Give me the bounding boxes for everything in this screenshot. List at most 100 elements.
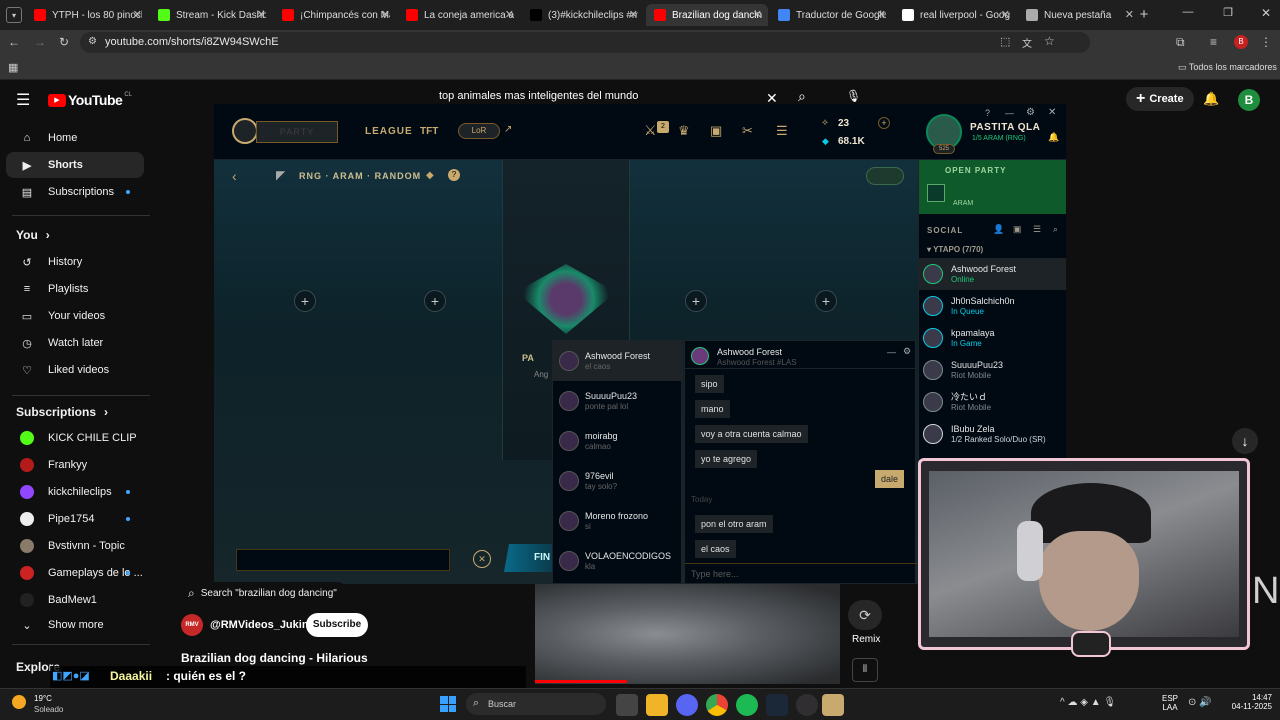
start-button[interactable] (440, 696, 456, 712)
buy-rp-button[interactable]: + (878, 117, 890, 129)
steam-icon[interactable] (766, 694, 788, 716)
sound-button[interactable]: ⫴ (852, 658, 878, 682)
party-button[interactable]: PARTY (256, 121, 338, 143)
friend-group-header[interactable]: ▾ YTAPO (7/70) (927, 245, 983, 254)
back-arrow-icon[interactable]: ‹ (232, 168, 237, 184)
help-icon[interactable]: ? (985, 108, 990, 118)
nav-league[interactable]: LEAGUE (365, 126, 413, 137)
tab-close-icon[interactable]: ✕ (753, 8, 762, 21)
lol-minimize-button[interactable]: — (1005, 108, 1014, 118)
install-icon[interactable]: ⬚ (1000, 35, 1010, 48)
minimize-window-button[interactable]: — (1180, 6, 1196, 18)
friend-item[interactable]: Jh0nSalchich0n In Queue (919, 290, 1066, 322)
sidebar-item[interactable]: kickchileclips (0, 479, 150, 505)
apps-grid-icon[interactable]: ▦ (8, 61, 18, 74)
leave-party-button[interactable]: ✕ (473, 550, 491, 568)
sidebar-item[interactable]: ▤ Subscriptions (0, 179, 150, 205)
open-party-card[interactable]: OPEN PARTY ARAM (919, 160, 1066, 214)
nav-lor[interactable]: LoR (458, 123, 500, 139)
chat-conversation-item[interactable]: Moreno frozono si (553, 501, 683, 541)
chat-input[interactable]: Type here... (685, 563, 917, 583)
tab-close-icon[interactable]: ✕ (1125, 8, 1134, 21)
friend-item[interactable]: kpamalaya In Game (919, 322, 1066, 354)
friend-item[interactable]: Ashwood Forest Online (919, 258, 1066, 290)
list-view-icon[interactable]: ☰ (1033, 224, 1041, 235)
chat-conversation-item[interactable]: moirabg calmao (553, 421, 683, 461)
browser-tab[interactable]: Stream - Kick Dashbo ✕ (150, 4, 272, 26)
sidebar-item[interactable]: Pipe1754 (0, 506, 150, 532)
invite-slot-3[interactable]: + (685, 290, 707, 312)
video-thumbnail[interactable] (535, 584, 840, 684)
microphone-icon[interactable]: 🎙 (846, 89, 861, 103)
address-bar[interactable]: ⚙ youtube.com/shorts/i8ZW94SWchE ⬚ 文 ☆ (80, 32, 1090, 53)
obs-icon[interactable] (796, 694, 818, 716)
invite-slot-1[interactable]: + (294, 290, 316, 312)
lol-close-button[interactable]: ✕ (1048, 107, 1056, 118)
channel-name[interactable]: @RMVideos_Jukin (210, 619, 309, 631)
league-logo[interactable] (232, 118, 258, 144)
new-tab-button[interactable]: + (1136, 6, 1152, 23)
tab-close-icon[interactable]: ✕ (133, 8, 142, 21)
friend-item[interactable]: SuuuuPuu23 Riot Mobile (919, 354, 1066, 386)
browser-tab[interactable]: Traductor de Google ✕ (770, 4, 892, 26)
back-icon[interactable]: ← (6, 35, 22, 49)
browser-tab[interactable]: Nueva pestaña ✕ (1018, 4, 1140, 26)
search-icon[interactable]: ⌕ (798, 88, 806, 105)
party-toggle[interactable] (866, 167, 904, 185)
tab-close-icon[interactable]: ✕ (877, 8, 886, 21)
lol-settings-icon[interactable]: ⚙ (1026, 107, 1035, 118)
you-section-header[interactable]: You › (0, 222, 150, 248)
create-button[interactable]: + Create (1126, 87, 1194, 111)
sidebar-item[interactable]: Bvstivnn - Topic (0, 533, 150, 559)
scroll-down-button[interactable]: ↓ (1232, 428, 1258, 454)
chat-conversation-item[interactable]: SuuuuPuu23 ponte pal lol (553, 381, 683, 421)
sidebar-item[interactable]: ♡ Liked videos (0, 357, 150, 383)
reload-icon[interactable]: ↻ (56, 35, 72, 49)
sidebar-item[interactable]: ⌄ Show more (0, 612, 150, 638)
mode-info-icon[interactable]: ◆ (426, 170, 434, 181)
account-avatar[interactable]: B (1238, 89, 1260, 111)
profile-avatar[interactable]: B (1234, 35, 1248, 49)
tab-close-icon[interactable]: ✕ (1001, 8, 1010, 21)
sidebar-item[interactable]: Frankyy (0, 452, 150, 478)
keyboard-language[interactable]: ESP LAA (1162, 694, 1178, 712)
sidebar-item[interactable]: ◷ Watch later (0, 330, 150, 356)
chrome-icon[interactable] (706, 694, 728, 716)
chat-minimize-button[interactable]: — (887, 347, 896, 357)
sidebar-item[interactable]: ⌂ Home (0, 125, 150, 151)
clock[interactable]: 14:47 04-11-2025 (1222, 693, 1272, 711)
sidebar-item[interactable]: ≡ Playlists (0, 276, 150, 302)
browser-tab[interactable]: YTPH - los 80 pinoch ✕ (26, 4, 148, 26)
friend-item[interactable]: 冷たいｄ Riot Mobile (919, 386, 1066, 418)
network-volume-icons[interactable]: ⊙ 🔊 (1188, 697, 1212, 708)
taskbar-search[interactable]: ⌕ Buscar (466, 693, 606, 715)
bell-icon[interactable]: 🔔 (1048, 132, 1059, 143)
store-icon[interactable]: ☰ (776, 123, 788, 139)
site-info-icon[interactable]: ⚙ (88, 36, 97, 47)
bookmark-star-icon[interactable]: ☆ (1044, 34, 1055, 48)
chat-conversation-item[interactable]: 976evil tay solo? (553, 461, 683, 501)
add-folder-icon[interactable]: ▣ (1013, 224, 1022, 235)
social-search-icon[interactable]: ⌕ (1053, 224, 1058, 235)
discord-icon[interactable] (676, 694, 698, 716)
tab-close-icon[interactable]: ✕ (629, 8, 638, 21)
tab-close-icon[interactable]: ✕ (505, 8, 514, 21)
browser-tab[interactable]: (3)#kickchileclips #m ✕ (522, 4, 644, 26)
translate-icon[interactable]: 文 (1022, 35, 1032, 50)
reading-list-icon[interactable]: ≡ (1210, 35, 1217, 49)
sidebar-item[interactable]: BadMew1 (0, 587, 150, 613)
collection-icon[interactable]: ♛ (678, 123, 690, 139)
browser-menu-icon[interactable]: ⋮ (1260, 35, 1272, 49)
spotify-icon[interactable] (736, 694, 758, 716)
video-progress-bar[interactable] (535, 680, 627, 683)
tab-close-icon[interactable]: ✕ (257, 8, 266, 21)
subscribe-button[interactable]: Subscribe (306, 613, 368, 637)
sidebar-item[interactable]: KICK CHILE CLIP (0, 425, 150, 451)
weather-icon[interactable] (12, 695, 26, 709)
browser-tab[interactable]: La coneja america ad ✕ (398, 4, 520, 26)
short-search-bar[interactable]: ⌕ Search "brazilian dog dancing" (180, 582, 348, 604)
browser-tab[interactable]: ¡Chimpancés con Má ✕ (274, 4, 396, 26)
restore-window-button[interactable]: ❐ (1220, 6, 1236, 19)
find-match-button[interactable]: FIN (504, 544, 554, 572)
invite-slot-2[interactable]: + (424, 290, 446, 312)
